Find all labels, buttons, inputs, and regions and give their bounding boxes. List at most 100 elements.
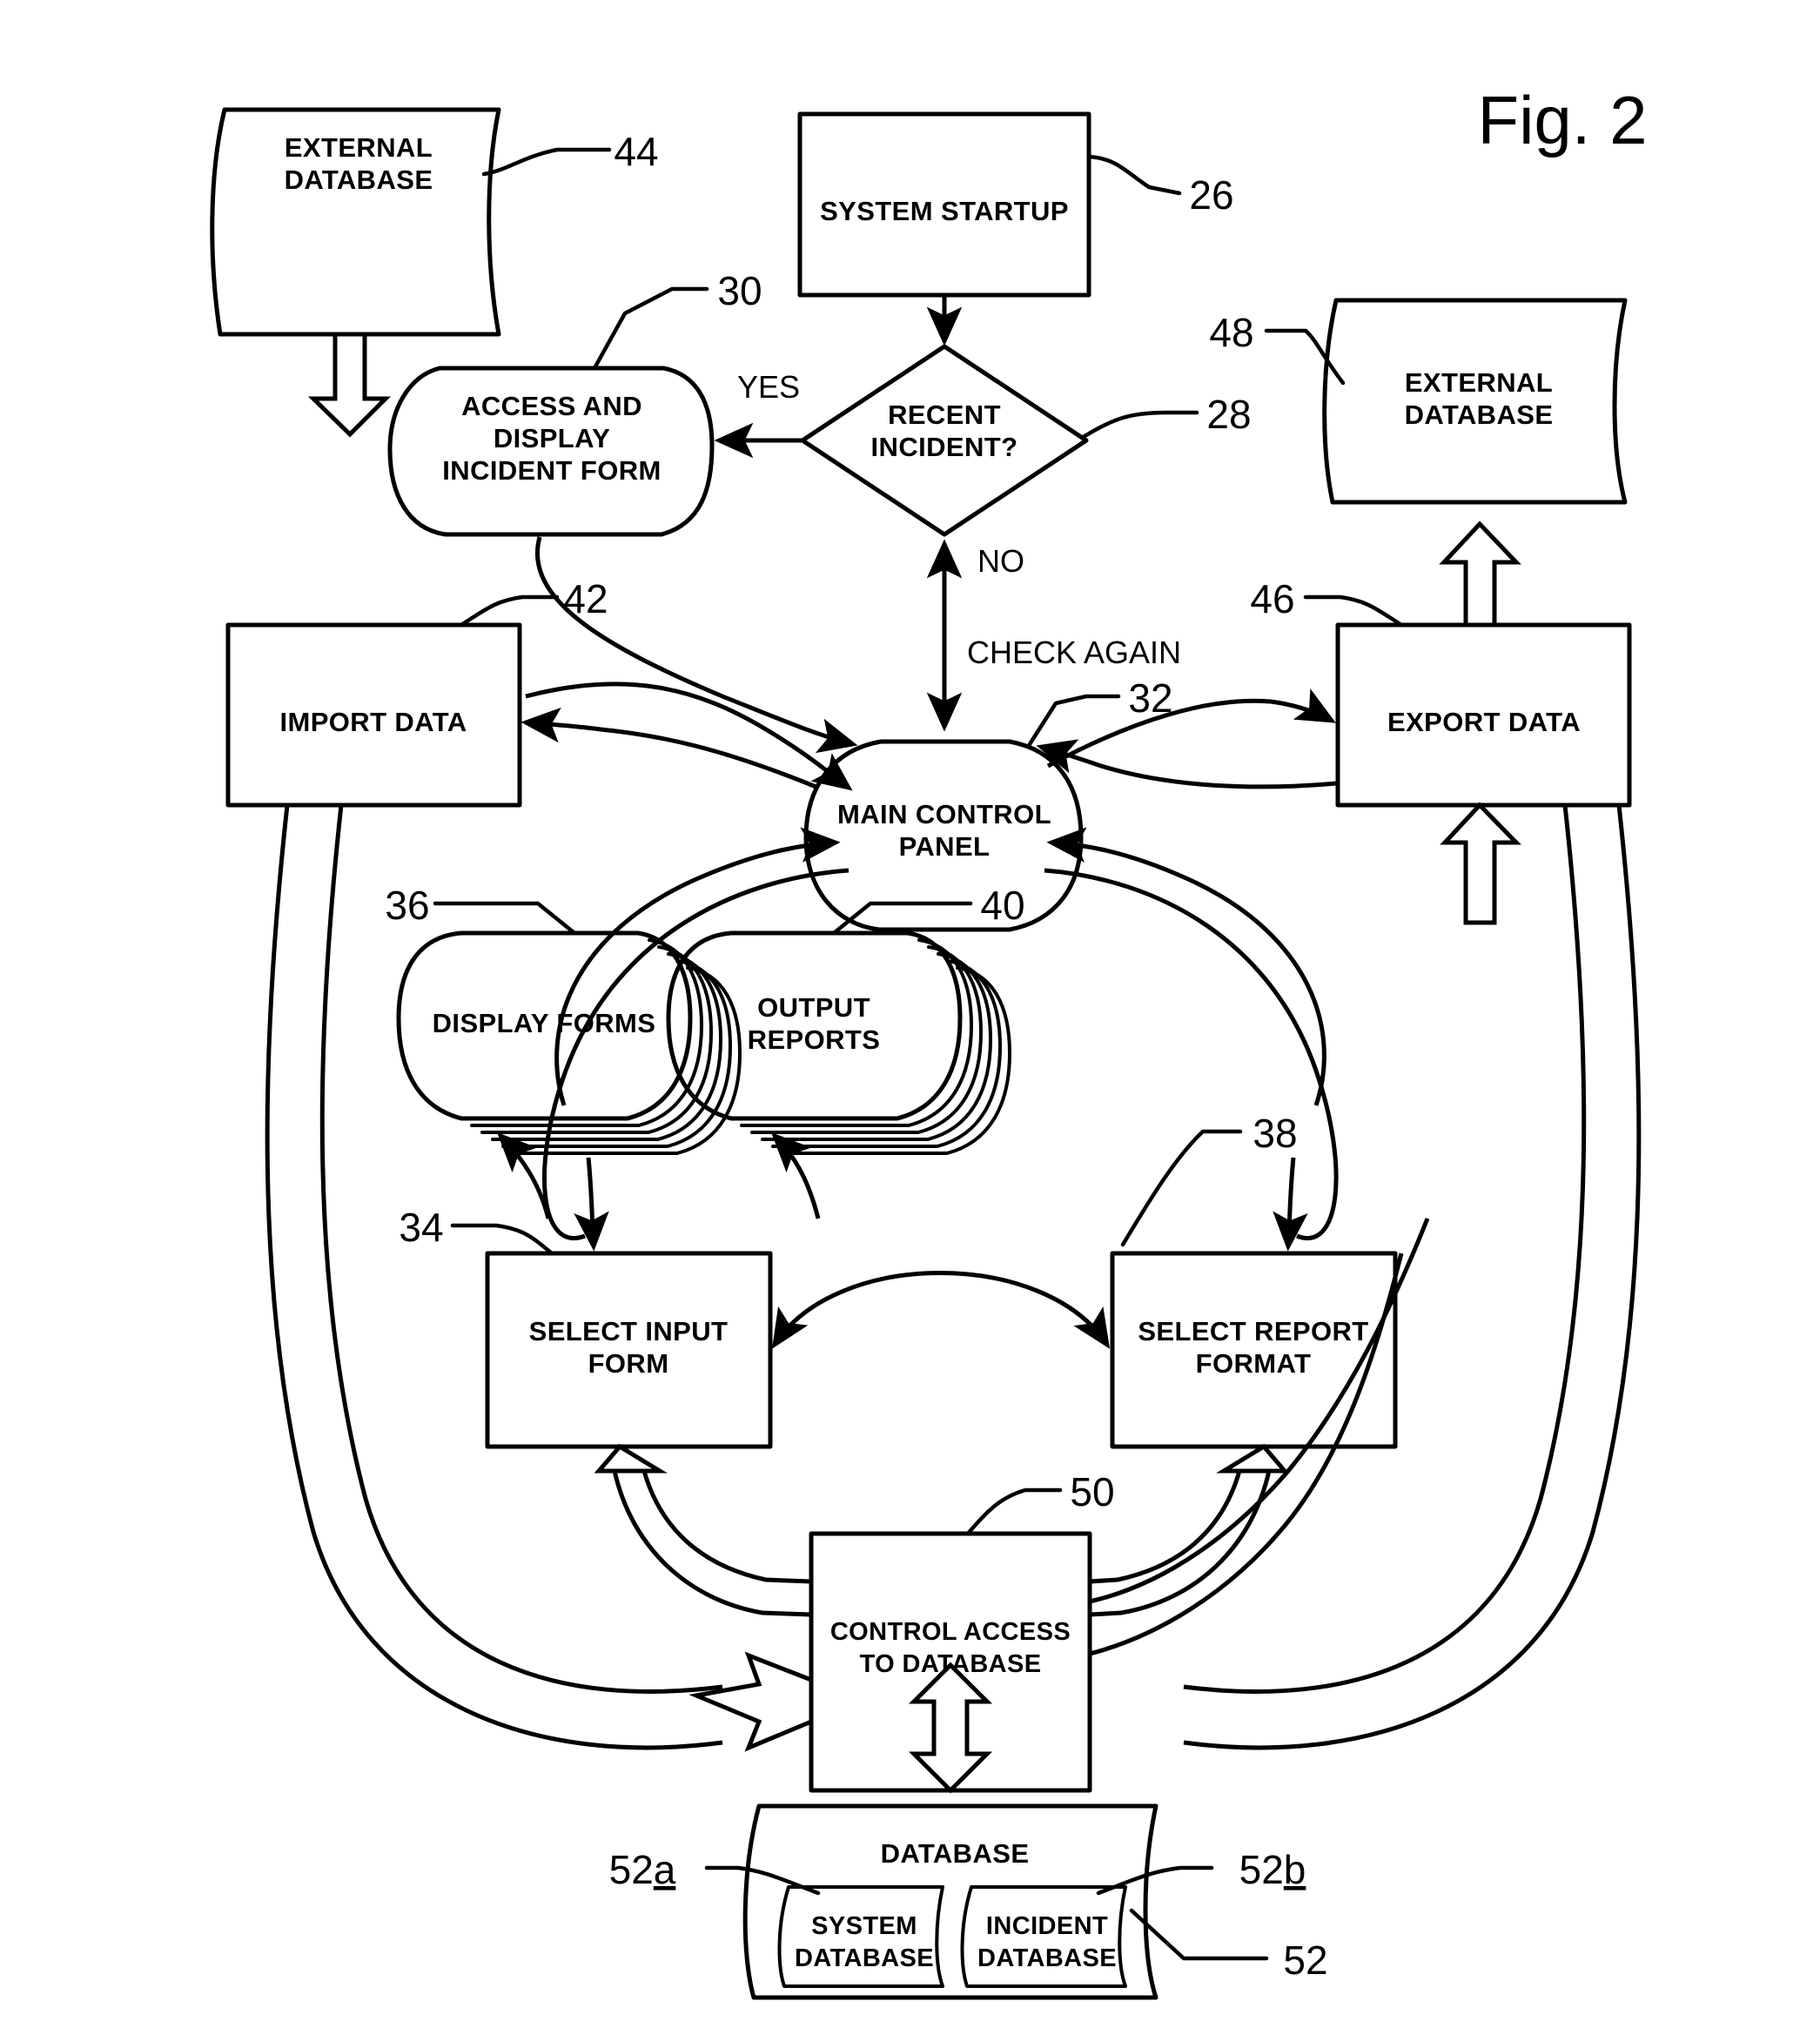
output-reports-40-label-line2: REPORTS [748, 1024, 881, 1055]
import-data-42-label: IMPORT DATA [279, 707, 467, 737]
ref-numeral-36: 36 [385, 883, 429, 928]
recent-incident-28-label-line1: RECENT [888, 400, 1001, 430]
external-database-48-label-line1: EXTERNAL [1405, 367, 1553, 398]
ref-52b-suffix: b [1284, 1847, 1306, 1892]
access-display-30-label-line2: DISPLAY [494, 423, 610, 453]
ref-numeral-50: 50 [1070, 1469, 1114, 1514]
main-control-panel-32-label-line1: MAIN CONTROL [837, 799, 1051, 829]
leader-46 [1303, 594, 1404, 628]
block-arrow-up-export [1439, 520, 1521, 628]
leader-44 [481, 147, 612, 177]
edge-label-yes: YES [737, 369, 800, 405]
edge-access-display-to-mcp [535, 536, 858, 754]
edge-label-check-again: CHECK AGAIN [967, 635, 1181, 670]
ref-numeral-34: 34 [399, 1205, 443, 1250]
select-report-format-38-label-line1: SELECT REPORT [1138, 1316, 1368, 1346]
flow-diagram-svg: Fig. 2 EXTERNAL DATABASE 44 SYSTEM START… [210, 82, 1648, 2000]
export-data-46-label: EXPORT DATA [1387, 707, 1581, 737]
leader-42 [459, 594, 560, 628]
node-system-database-52a: SYSTEM DATABASE [777, 1885, 944, 1988]
node-access-display-incident-form-30: ACCESS AND DISPLAY INCIDENT FORM [387, 366, 715, 537]
system-database-52a-label-line1: SYSTEM [811, 1912, 917, 1940]
leader-30 [592, 286, 709, 371]
leader-48 [1264, 328, 1346, 386]
access-display-30-label-line3: INCIDENT FORM [442, 455, 661, 486]
leader-52b [1096, 1865, 1214, 1896]
database-52-label: DATABASE [881, 1838, 1030, 1869]
edge-right-branch-to-mcp [1046, 827, 1326, 1106]
edge-select-report-to-output-reports [771, 1132, 821, 1219]
ref-numeral-52a: 52a [609, 1847, 676, 1892]
edge-import-to-mcp [525, 682, 853, 791]
ref-numeral-26: 26 [1189, 172, 1233, 218]
flow-control-access-database-bidirectional [908, 1662, 993, 1794]
edge-export-loop-inner [1183, 804, 1587, 1694]
leader-52a [704, 1865, 821, 1896]
external-database-44-label-line2: DATABASE [285, 165, 433, 195]
leader-52 [1129, 1908, 1269, 1961]
node-export-data-46: EXPORT DATA [1335, 622, 1632, 808]
ref-52b-number: 52 [1239, 1847, 1284, 1892]
node-recent-incident-28: RECENT INCIDENT? [800, 344, 1089, 537]
flow-export-to-external48 [1439, 520, 1521, 628]
external-database-48-label-line2: DATABASE [1405, 400, 1554, 430]
ref-numeral-52b: 52b [1239, 1847, 1306, 1892]
ref-numeral-32: 32 [1128, 675, 1172, 721]
node-system-startup-26: SYSTEM STARTUP [797, 111, 1091, 298]
output-reports-40-label-line1: OUTPUT [757, 992, 870, 1023]
leader-36 [433, 901, 577, 936]
system-startup-26-label: SYSTEM STARTUP [820, 196, 1069, 226]
recent-incident-28-label-line2: INCIDENT? [871, 432, 1018, 462]
block-arrow-control-to-select-report [1087, 1443, 1290, 1617]
edge-label-no: NO [977, 543, 1024, 579]
node-incident-database-52b: INCIDENT DATABASE [960, 1885, 1127, 1988]
edge-mcp-to-export [1046, 688, 1336, 769]
access-display-30-label-line1: ACCESS AND [461, 391, 642, 421]
edge-branch-to-select-report [1273, 1157, 1308, 1252]
edge-select-input-to-display-forms [497, 1132, 551, 1219]
flow-control-access-to-select-report [1087, 1443, 1290, 1617]
ref-numeral-52: 52 [1283, 1937, 1327, 1983]
ref-numeral-40: 40 [980, 883, 1024, 928]
external-database-44-label-line1: EXTERNAL [285, 132, 433, 163]
select-input-form-34-label-line1: SELECT INPUT [529, 1316, 729, 1346]
block-arrow-import-into-control [688, 1651, 814, 1752]
node-import-data-42: IMPORT DATA [225, 622, 522, 808]
block-arrow-bidir-db [908, 1662, 993, 1794]
control-access-50-label-line1: CONTROL ACCESS [830, 1618, 1071, 1646]
ref-numeral-38: 38 [1253, 1111, 1297, 1156]
select-input-form-34-label-line2: FORM [588, 1348, 669, 1379]
figure-title: Fig. 2 [1477, 82, 1647, 158]
ref-numeral-46: 46 [1250, 576, 1294, 621]
edge-branch-to-select-input [574, 1157, 609, 1252]
node-external-database-44: EXTERNAL DATABASE [210, 107, 501, 337]
ref-numeral-48: 48 [1209, 310, 1253, 355]
main-control-panel-32-label-line2: PANEL [899, 831, 991, 862]
node-display-forms-36: DISPLAY FORMS [396, 930, 742, 1155]
figure-canvas: Fig. 2 EXTERNAL DATABASE 44 SYSTEM START… [0, 0, 1820, 2028]
system-database-52a-label-line2: DATABASE [795, 1944, 934, 1972]
node-select-input-form-34: SELECT INPUT FORM [485, 1251, 773, 1449]
select-report-format-38-label-line2: FORMAT [1196, 1348, 1312, 1379]
block-arrow-control-to-select-input [594, 1443, 814, 1617]
ref-52a-number: 52 [609, 1847, 654, 1892]
flow-external44-to-import [307, 332, 392, 438]
incident-database-52b-label-line1: INCIDENT [986, 1912, 1108, 1940]
edge-select-input-select-report-arc [771, 1271, 1111, 1349]
leader-26 [1086, 154, 1182, 196]
ref-52a-suffix: a [654, 1847, 676, 1892]
edge-control-to-export-curve-2 [1089, 1218, 1430, 1604]
incident-database-52b-label-line2: DATABASE [977, 1944, 1117, 1972]
leader-38 [1120, 1129, 1243, 1247]
display-forms-36-label: DISPLAY FORMS [433, 1008, 656, 1038]
leader-28 [1079, 410, 1199, 440]
node-main-control-panel-32: MAIN CONTROL PANEL [803, 739, 1084, 932]
node-external-database-48: EXTERNAL DATABASE [1322, 298, 1628, 505]
flow-into-export-bottom [1440, 802, 1521, 925]
block-arrow-up-into-export [1440, 802, 1521, 925]
edge-export-loop-outer [1183, 804, 1642, 1750]
ref-numeral-42: 42 [563, 576, 608, 621]
node-database-52: DATABASE SYSTEM DATABASE INCIDENT DATABA… [742, 1803, 1158, 2000]
edge-export-to-mcp [1036, 739, 1337, 789]
leader-34 [450, 1223, 554, 1256]
